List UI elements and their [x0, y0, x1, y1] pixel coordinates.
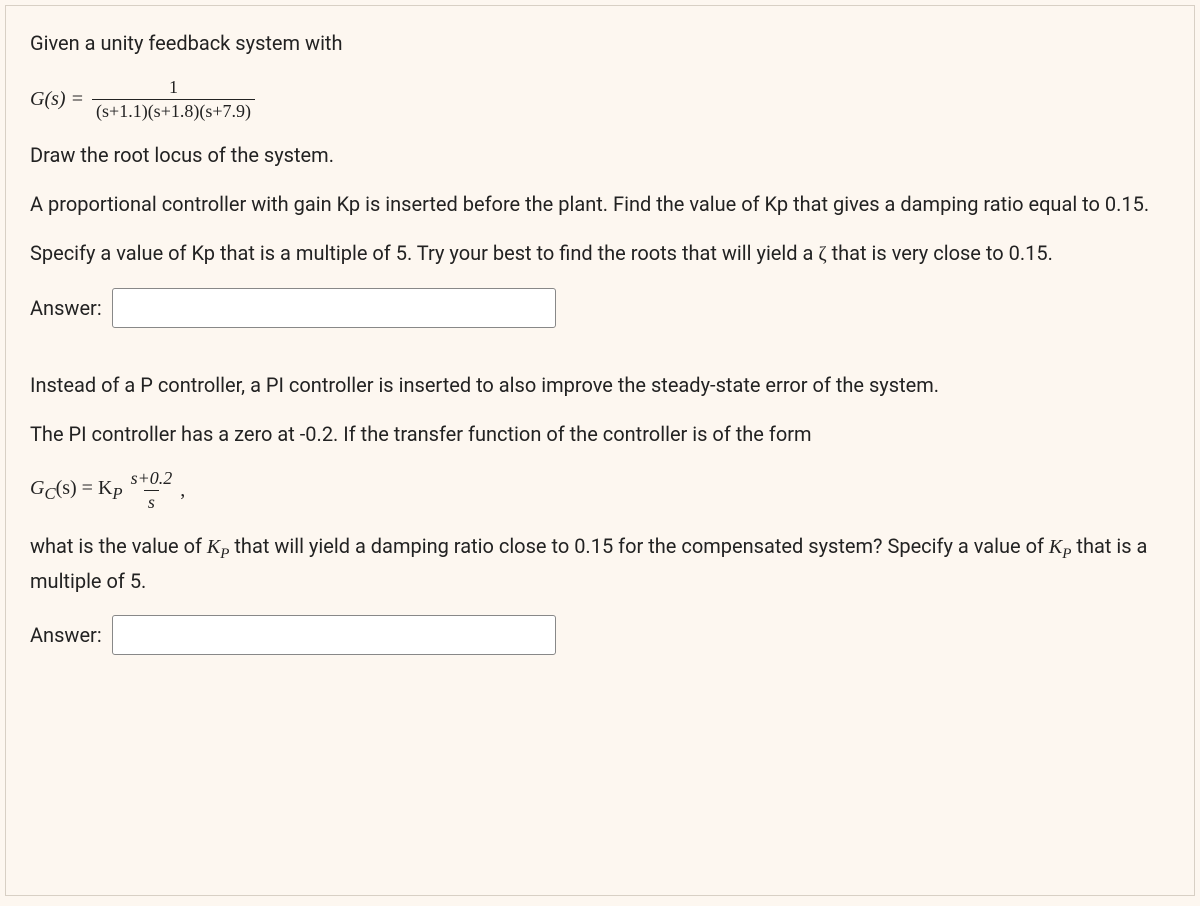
q2-task1: The PI controller has a zero at -0.2. If…: [30, 419, 1170, 450]
kp-symbol-2: KP: [1049, 536, 1072, 558]
q2-numerator: s+0.2: [127, 468, 177, 490]
q2-gc-g: G: [30, 477, 44, 499]
q2-block: Instead of a P controller, a PI controll…: [30, 370, 1170, 655]
q2-denominator: s: [144, 490, 159, 513]
q1-numerator: 1: [165, 77, 182, 99]
q2-formula: GC(s) = KP s+0.2 s ,: [30, 468, 1170, 513]
q2-answer-input[interactable]: [112, 615, 556, 655]
q2-intro: Instead of a P controller, a PI controll…: [30, 370, 1170, 401]
zeta-symbol: ζ: [818, 243, 826, 265]
q1-task1: Draw the root locus of the system.: [30, 140, 1170, 171]
q2-lhs: GC(s) = KP: [30, 477, 123, 504]
q2-answer-row: Answer:: [30, 615, 1170, 655]
q1-answer-input[interactable]: [112, 288, 556, 328]
q1-denominator: (s+1.1)(s+1.8)(s+7.9): [92, 99, 255, 122]
q1-task3b: that is very close to 0.15.: [827, 241, 1053, 265]
q2-gc-s: (s) = K: [56, 477, 113, 499]
q2-task2: what is the value of KP that will yield …: [30, 531, 1170, 597]
question-container: Given a unity feedback system with G(s) …: [5, 5, 1195, 896]
q1-task3: Specify a value of Kp that is a multiple…: [30, 238, 1170, 270]
q2-gc-c: C: [44, 484, 55, 503]
q1-answer-row: Answer:: [30, 288, 1170, 328]
q2-answer-label: Answer:: [30, 623, 102, 647]
q1-answer-label: Answer:: [30, 296, 102, 320]
q1-intro: Given a unity feedback system with: [30, 28, 1170, 59]
q1-fraction: 1 (s+1.1)(s+1.8)(s+7.9): [92, 77, 255, 122]
q2-fraction: s+0.2 s: [127, 468, 177, 513]
q1-task3a: Specify a value of Kp that is a multiple…: [30, 241, 818, 265]
kp-symbol-1: KP: [207, 536, 230, 558]
q2-comma: ,: [180, 479, 185, 502]
q1-task2: A proportional controller with gain Kp i…: [30, 189, 1170, 220]
q2-task2a: what is the value of: [30, 534, 207, 558]
q2-gc-p: P: [112, 484, 122, 503]
q1-lhs: G(s) =: [30, 88, 84, 111]
q2-task2b: that will yield a damping ratio close to…: [229, 534, 1049, 558]
q1-formula: G(s) = 1 (s+1.1)(s+1.8)(s+7.9): [30, 77, 1170, 122]
